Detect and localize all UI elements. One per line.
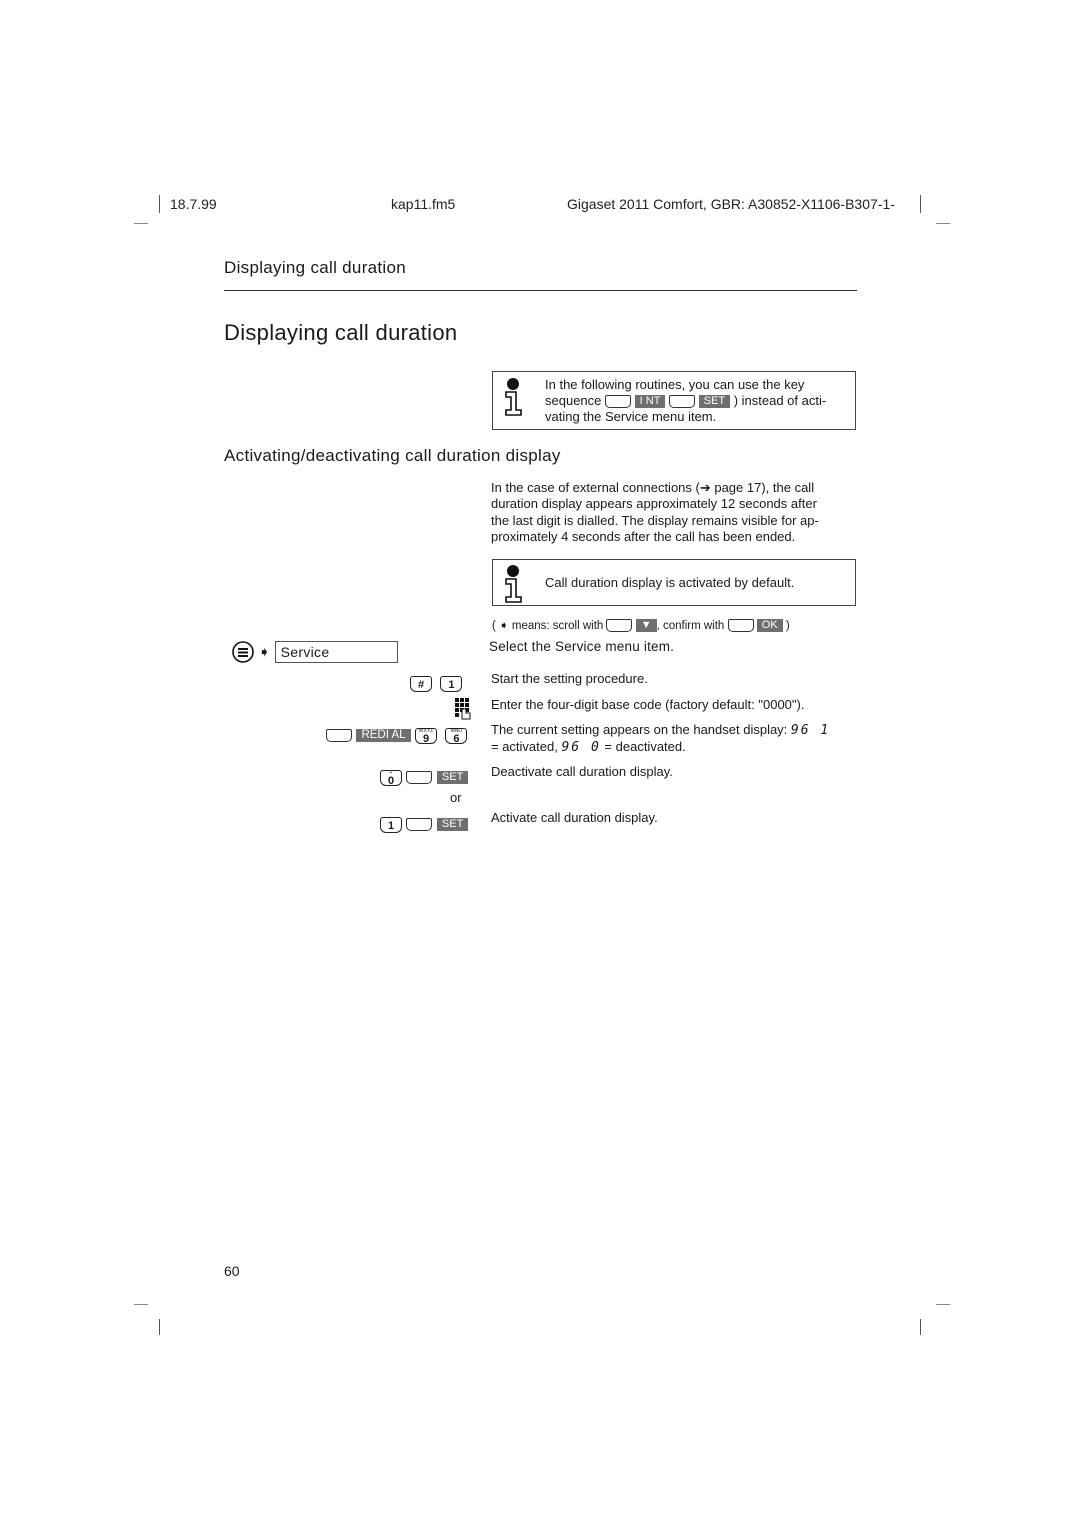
menu-key-icon[interactable]	[232, 641, 254, 663]
int-key-label: I NT	[634, 395, 666, 409]
set-key-label: SET	[436, 771, 469, 785]
legend: ( ➧ means: scroll with ▼, confirm with O…	[492, 618, 790, 633]
note-text: ) instead of acti-	[733, 393, 827, 408]
intro-line: duration display appears approximately 1…	[491, 496, 817, 512]
down-arrow-key-icon: ▼	[635, 619, 657, 633]
key-digit: 0	[387, 775, 395, 787]
legend-text: )	[785, 620, 790, 632]
step-text-part: The current setting appears on the hands…	[491, 722, 788, 737]
hash-key[interactable]: #	[410, 676, 432, 692]
info-icon	[505, 378, 522, 416]
step-text-part: = deactivated.	[604, 739, 686, 755]
lcd-value-on: 96 1	[790, 723, 831, 738]
intro-line: proximately 4 seconds after the call has…	[491, 528, 796, 544]
crop-mark	[936, 223, 950, 224]
crop-mark	[159, 1319, 160, 1335]
nine-key[interactable]: WXYZ 9	[415, 728, 438, 745]
note-text: Call duration display is activated by de…	[545, 575, 795, 590]
intro-paragraph: In the case of external connections (➔ p…	[491, 480, 819, 545]
legend-text: , confirm with	[656, 620, 725, 632]
softkey-icon[interactable]	[326, 729, 352, 743]
crop-mark	[920, 195, 921, 213]
crop-mark	[159, 195, 160, 213]
arrow-icon: ➧	[258, 643, 271, 660]
step-text-part: = activated,	[491, 739, 558, 755]
step-keys: 1 SET	[380, 816, 469, 834]
step-keys: # 1	[410, 675, 463, 693]
step-text: Select the Service menu item.	[489, 639, 675, 654]
running-head: Displaying call duration	[224, 258, 407, 277]
softkey-icon[interactable]	[406, 818, 433, 832]
note-line: vating the Service menu item.	[545, 409, 717, 424]
ok-key-label: OK	[756, 619, 783, 633]
keypad-icon	[455, 698, 471, 720]
legend-text: means: scroll with	[511, 620, 604, 632]
intro-line: the last digit is dialled. The display r…	[491, 512, 819, 528]
menu-step-keys: ➧ Service	[232, 641, 398, 663]
step-text: Start the setting procedure.	[491, 671, 648, 686]
crop-mark	[936, 1304, 950, 1305]
note-line: In the following routines, you can use t…	[545, 377, 805, 392]
info-note: In the following routines, you can use t…	[492, 371, 856, 430]
info-note: Call duration display is activated by de…	[492, 559, 856, 606]
intro-line: In the case of external connections (➔ p…	[491, 480, 815, 495]
page-title: Displaying call duration	[224, 320, 458, 345]
note-line: sequence I NT SET ) instead of acti-	[545, 393, 826, 409]
step-text: The current setting appears on the hands…	[491, 722, 861, 757]
step-keys: +0 SET	[380, 769, 469, 787]
header-file: kap11.fm5	[391, 196, 456, 212]
crop-mark	[920, 1319, 921, 1335]
arrow-icon: ➧	[499, 620, 509, 632]
zero-key[interactable]: +0	[380, 770, 402, 787]
softkey-icon	[727, 619, 754, 633]
legend-text: (	[492, 620, 496, 632]
crop-mark	[134, 223, 148, 224]
one-key[interactable]: 1	[380, 817, 402, 833]
page-number: 60	[224, 1263, 240, 1279]
softkey-icon	[606, 619, 633, 633]
step-text: Activate call duration display.	[491, 810, 658, 825]
set-key-label: SET	[698, 395, 731, 409]
one-key[interactable]: 1	[440, 676, 463, 692]
divider	[224, 290, 857, 291]
softkey-icon[interactable]	[406, 771, 433, 785]
lcd-value-off: 96 0	[561, 740, 601, 756]
softkey-icon	[605, 395, 632, 409]
step-keys: REDI AL WXYZ 9 MNO 6	[326, 727, 468, 745]
header-product: Gigaset 2011 Comfort, GBR: A30852-X1106-…	[567, 196, 895, 212]
set-key-label: SET	[436, 818, 469, 832]
six-key[interactable]: MNO 6	[445, 728, 468, 745]
crop-mark	[134, 1304, 148, 1305]
softkey-icon	[669, 395, 696, 409]
note-text: sequence	[545, 393, 602, 408]
header-date: 18.7.99	[170, 196, 217, 212]
info-icon	[505, 565, 522, 603]
key-digit: 9	[422, 733, 430, 745]
step-text: Enter the four-digit base code (factory …	[491, 697, 805, 712]
redial-key-label: REDI AL	[356, 729, 411, 743]
menu-field-service[interactable]: Service	[274, 641, 398, 663]
or-text: or	[450, 790, 462, 805]
section-subtitle: Activating/deactivating call duration di…	[224, 446, 561, 465]
key-digit: 6	[453, 733, 460, 745]
step-text: Deactivate call duration display.	[491, 764, 673, 779]
